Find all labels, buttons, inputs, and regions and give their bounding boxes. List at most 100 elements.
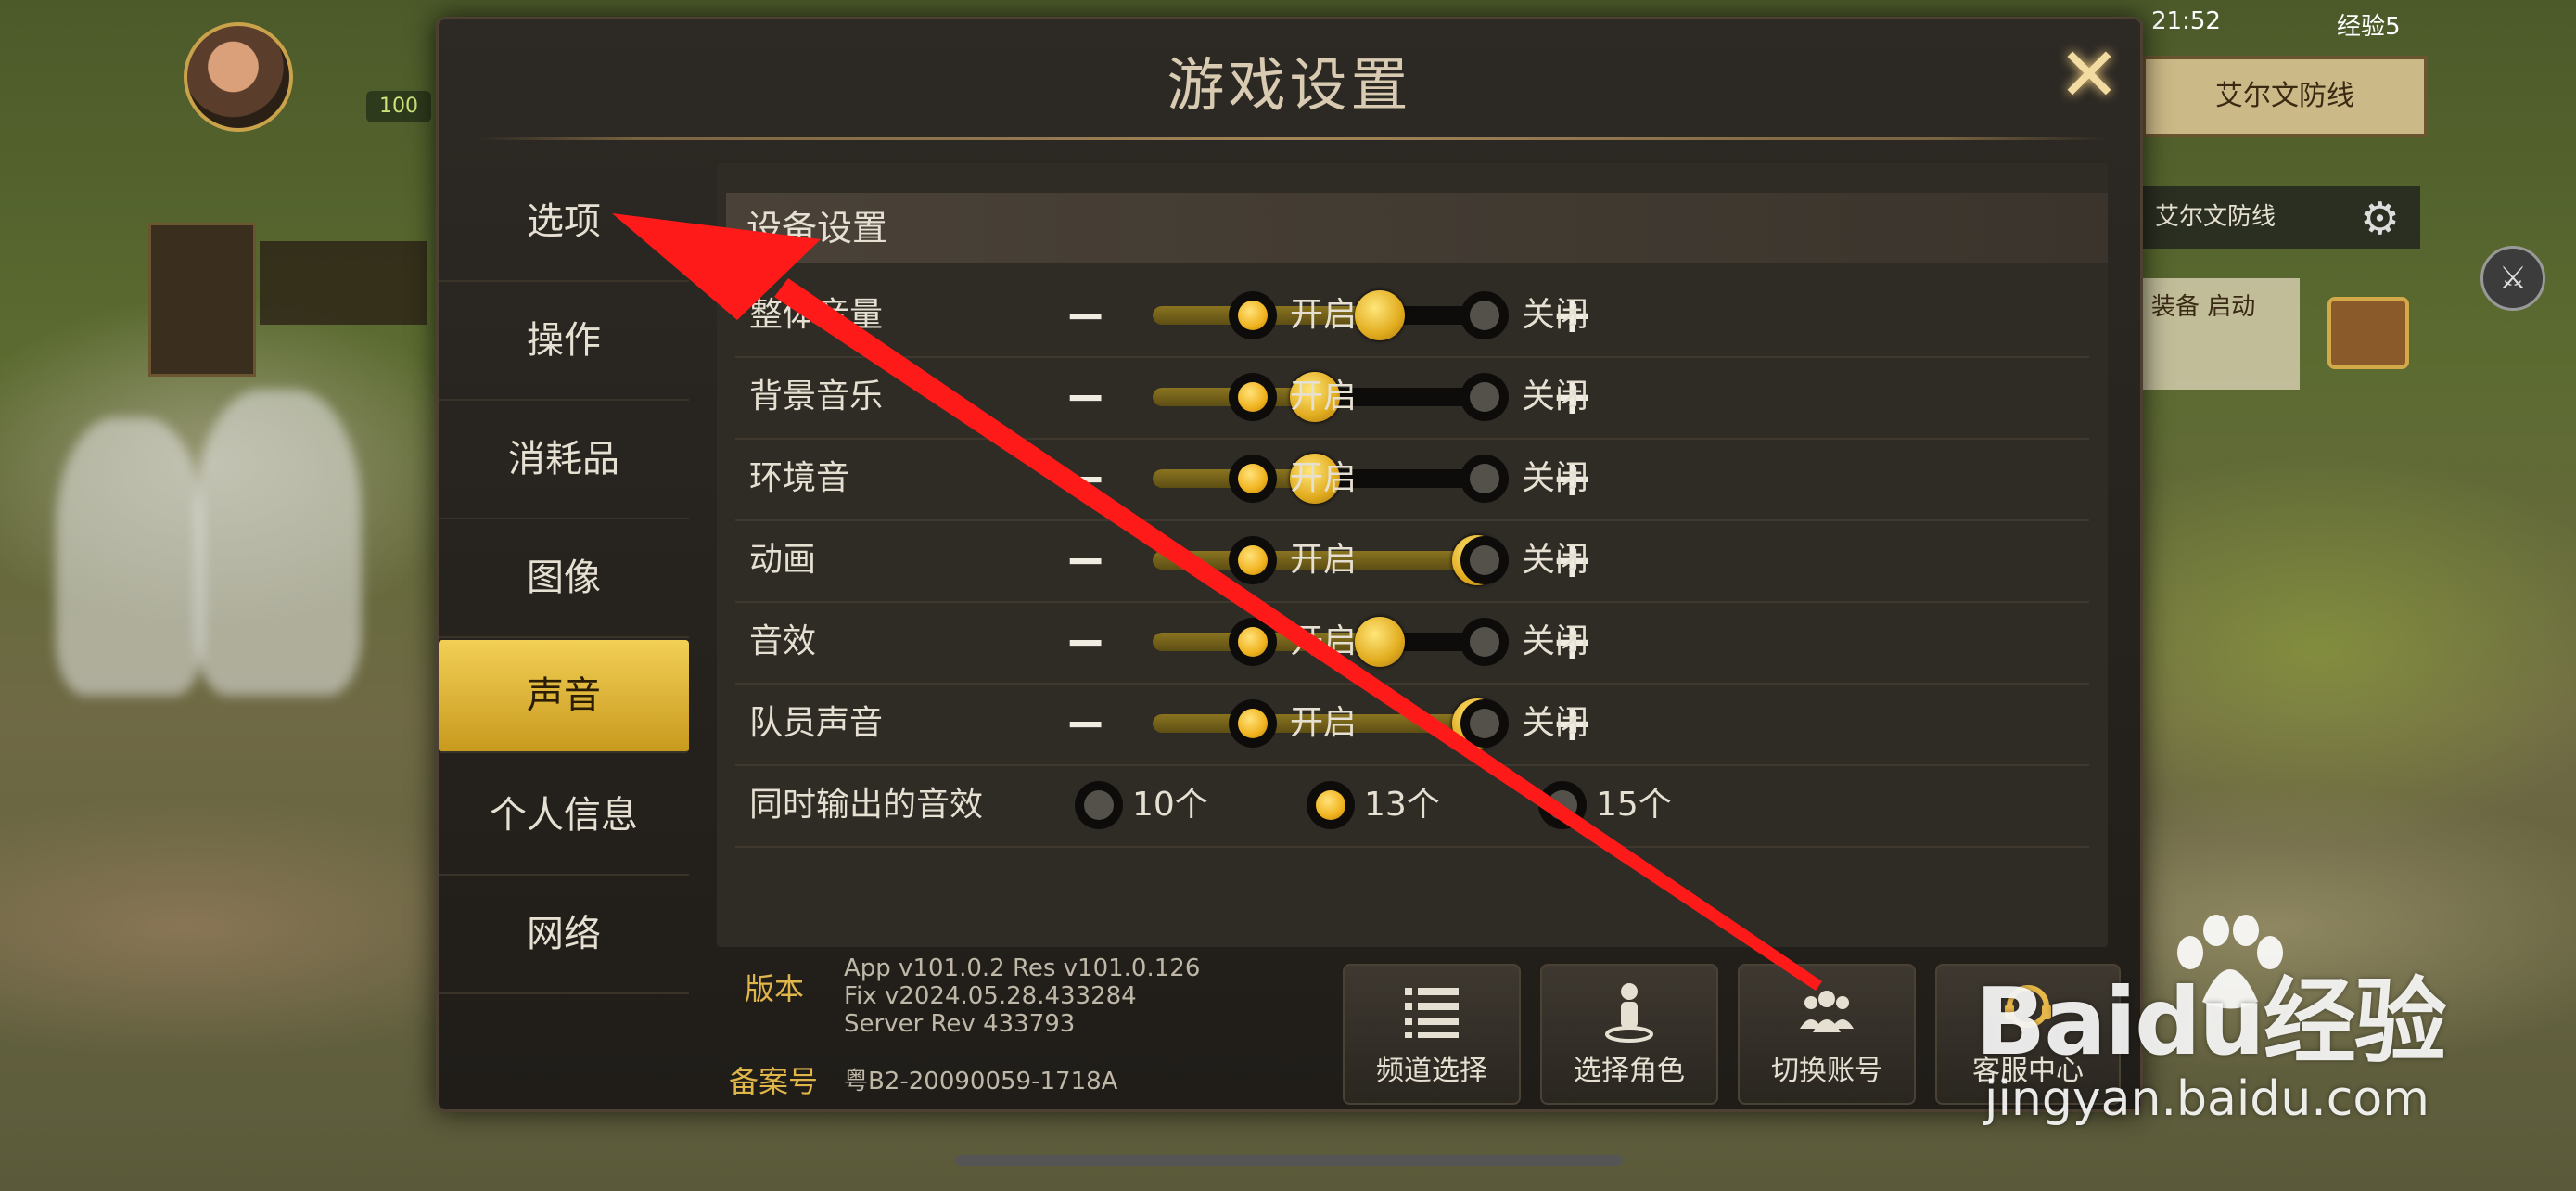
baidu-watermark-logo: Baidu经验 [1975,967,2447,1076]
section-title: 设备设置 [726,193,2108,263]
on-label: 开启 [1290,704,1358,742]
radio-dot [1084,790,1114,820]
sound-count-radio[interactable] [1307,781,1355,829]
home-indicator[interactable] [955,1155,1623,1166]
background-character [195,390,362,696]
settings-content: 设备设置 整体音量 − + 开启 关闭 背景音乐 − + 开启 关闭 环境音 − + 开启 关闭 动画 − + 开启… [717,163,2108,947]
close-button[interactable]: ✕ [2052,38,2126,112]
on-label: 开启 [1290,459,1358,497]
off-radio[interactable] [1460,618,1509,666]
sidebar-item-graphics[interactable]: 图像 [439,519,689,638]
radio-dot [1238,464,1268,493]
sidebar-item-consumables[interactable]: 消耗品 [439,401,689,519]
version-line: Server Rev 433793 [844,1010,1076,1038]
title-divider [476,137,2108,140]
radio-dot [1470,627,1499,657]
version-line: App v101.0.2 Res v101.0.126 [844,954,1201,982]
slider-row: 音效 − + 开启 关闭 [735,601,2089,685]
on-radio[interactable] [1229,455,1277,503]
hud-side-panel[interactable]: 装备 启动 [2142,278,2300,390]
on-radio[interactable] [1229,699,1277,748]
sound-count-radio[interactable] [1075,781,1123,829]
quest-scroll-icon[interactable] [148,223,256,377]
version-info: App v101.0.2 Res v101.0.126 Fix v2024.05… [844,954,1200,1038]
dialog-title: 游戏设置 [1167,51,1412,119]
radio-dot [1470,464,1499,493]
sword-icon[interactable]: ⚔ [2480,246,2545,311]
off-label: 关闭 [1522,296,1589,334]
slider-handle[interactable] [1355,617,1405,667]
slider-row: 动画 − + 开启 关闭 [735,519,2089,603]
version-label: 版本 [745,971,805,1006]
radio-dot [1238,301,1268,330]
list-icon [1405,988,1459,1038]
sidebar-item-options[interactable]: 选项 [439,163,689,282]
decrease-button[interactable]: − [1065,275,1106,356]
sidebar-item-network[interactable]: 网络 [439,876,689,994]
on-label: 开启 [1290,541,1358,579]
off-label: 关闭 [1522,541,1589,579]
switch-account-label: 切换账号 [1771,1055,1882,1087]
sound-count-label: 10个 [1132,786,1208,824]
radio-dot [1470,709,1499,738]
off-radio[interactable] [1460,536,1509,584]
settings-dialog: 游戏设置 ✕ 选项 操作 消耗品 图像 声音 个人信息 网络 设备设置 整体音量… [436,17,2143,1112]
radio-dot [1238,382,1268,412]
baidu-watermark-url: jingyan.baidu.com [1984,1071,2429,1127]
switch-account-button[interactable]: 切换账号 [1738,964,1916,1105]
on-label: 开启 [1290,296,1358,334]
radio-dot [1470,301,1499,330]
on-radio[interactable] [1229,291,1277,339]
on-radio[interactable] [1229,618,1277,666]
background-character [56,417,204,696]
chest-icon[interactable] [2327,297,2409,369]
decrease-button[interactable]: − [1065,438,1106,519]
slider-label: 动画 [749,541,817,579]
slider-row: 环境音 − + 开启 关闭 [735,438,2089,521]
slider-handle[interactable] [1355,290,1405,340]
status-time: 21:52 [2151,7,2221,35]
decrease-button[interactable]: − [1065,601,1106,683]
quest-tracker[interactable] [260,241,427,325]
radio-dot [1316,790,1345,820]
sidebar-item-controls[interactable]: 操作 [439,282,689,401]
decrease-button[interactable]: − [1065,519,1106,601]
decrease-button[interactable]: − [1065,356,1106,438]
sound-count-label: 15个 [1596,786,1672,824]
version-line: Fix v2024.05.28.433284 [844,982,1137,1010]
slider-label: 音效 [749,622,817,660]
on-label: 开启 [1290,378,1358,416]
decrease-button[interactable]: − [1065,683,1106,764]
off-label: 关闭 [1522,622,1589,660]
radio-dot [1470,545,1499,575]
off-radio[interactable] [1460,373,1509,421]
radio-dot [1548,790,1577,820]
level-badge: 100 [366,91,431,122]
player-avatar[interactable] [184,22,293,132]
gear-icon[interactable]: ⚙ [2360,195,2408,243]
channel-select-button[interactable]: 频道选择 [1343,964,1521,1105]
off-radio[interactable] [1460,291,1509,339]
users-icon [1800,991,1854,1032]
slider-label: 队员声音 [749,704,884,742]
sound-count-radio[interactable] [1538,781,1587,829]
off-radio[interactable] [1460,699,1509,748]
on-radio[interactable] [1229,536,1277,584]
radio-dot [1238,627,1268,657]
off-radio[interactable] [1460,455,1509,503]
slider-row: 队员声音 − + 开启 关闭 [735,683,2089,766]
on-radio[interactable] [1229,373,1277,421]
slider-row: 整体音量 − + 开启 关闭 [735,275,2089,358]
radio-dot [1470,382,1499,412]
channel-select-label: 频道选择 [1376,1055,1487,1087]
sound-count-label: 13个 [1364,786,1440,824]
on-label: 开启 [1290,622,1358,660]
off-label: 关闭 [1522,378,1589,416]
select-character-button[interactable]: 选择角色 [1540,964,1718,1105]
slider-label: 背景音乐 [749,378,884,416]
beian-value: 粤B2-20090059-1718A [844,1068,1118,1095]
sidebar-item-profile[interactable]: 个人信息 [439,757,689,876]
sidebar-item-sound[interactable]: 声音 [439,640,689,753]
select-character-label: 选择角色 [1574,1055,1685,1087]
minimap-title[interactable]: 艾尔文防线 [2142,56,2428,137]
